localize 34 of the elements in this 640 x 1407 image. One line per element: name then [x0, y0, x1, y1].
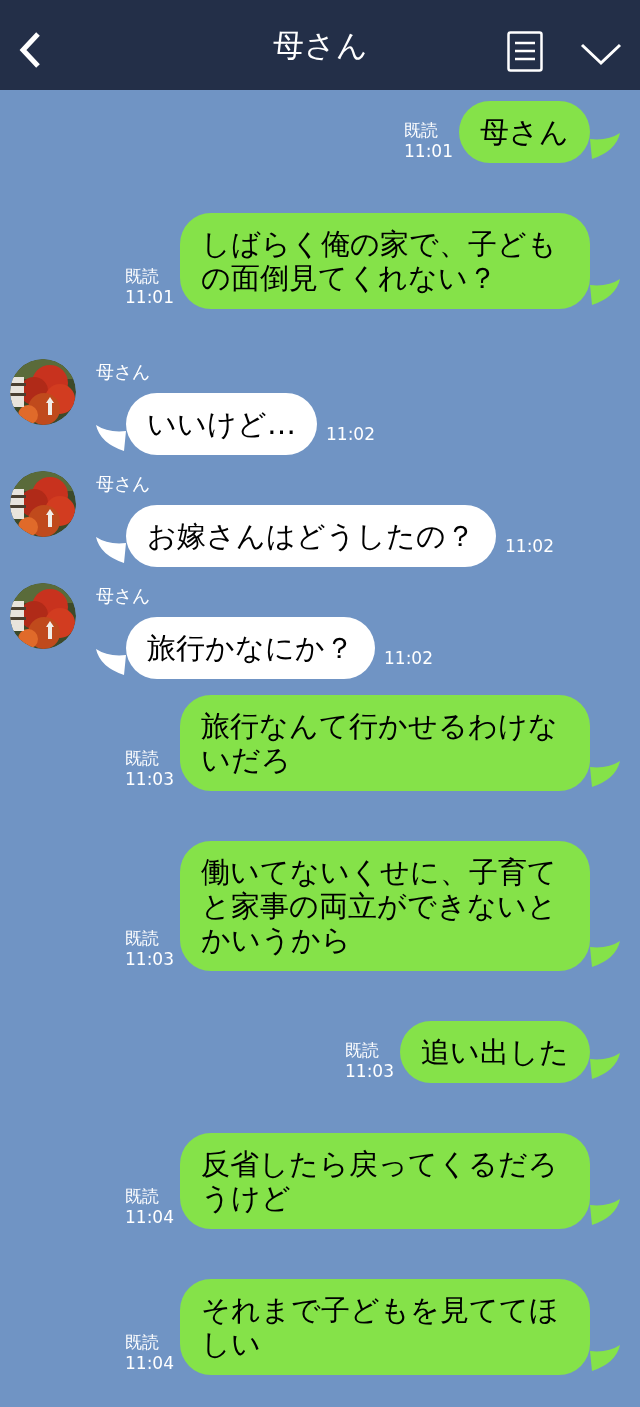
message-bubble: お嫁さんはどうしたの？	[126, 505, 496, 567]
notes-icon[interactable]	[507, 31, 543, 72]
message-bubble: 働いてないくせに、子育てと家事の両立ができないとかいうから	[180, 841, 590, 971]
message-bubble: 旅行かなにか？	[126, 617, 375, 679]
read-receipt: 既読	[404, 120, 439, 141]
sender-name: 母さん	[96, 361, 151, 383]
message-time: 11:03	[125, 769, 174, 790]
message-time: 11:03	[125, 949, 174, 970]
message-bubble: しばらく俺の家で、子どもの面倒見てくれない？	[180, 213, 590, 309]
message-time: 11:01	[404, 141, 453, 162]
read-receipt: 既読	[125, 928, 160, 949]
sender-name: 母さん	[96, 473, 151, 495]
message-time: 11:02	[505, 536, 554, 557]
message-bubble: それまで子どもを見ててほしい	[180, 1279, 590, 1375]
message-time: 11:04	[125, 1353, 174, 1374]
message-bubble: 母さん	[459, 101, 590, 163]
read-receipt: 既読	[125, 266, 160, 287]
sender-name: 母さん	[96, 585, 151, 607]
read-receipt: 既読	[125, 1332, 160, 1353]
read-receipt: 既読	[125, 748, 160, 769]
message-bubble: いいけど…	[126, 393, 317, 455]
message-bubble: 反省したら戻ってくるだろうけど	[180, 1133, 590, 1229]
message-time: 11:04	[125, 1207, 174, 1228]
message-bubble: 追い出した	[400, 1021, 590, 1083]
message-time: 11:02	[384, 648, 433, 669]
back-icon[interactable]	[18, 31, 42, 69]
read-receipt: 既読	[125, 1186, 160, 1207]
chat-title: 母さん	[272, 26, 368, 64]
message-bubble: 旅行なんて行かせるわけないだろ	[180, 695, 590, 791]
message-time: 11:03	[345, 1061, 394, 1082]
chevron-down-icon[interactable]	[580, 42, 622, 66]
message-time: 11:02	[326, 424, 375, 445]
message-time: 11:01	[125, 287, 174, 308]
read-receipt: 既読	[345, 1040, 380, 1061]
